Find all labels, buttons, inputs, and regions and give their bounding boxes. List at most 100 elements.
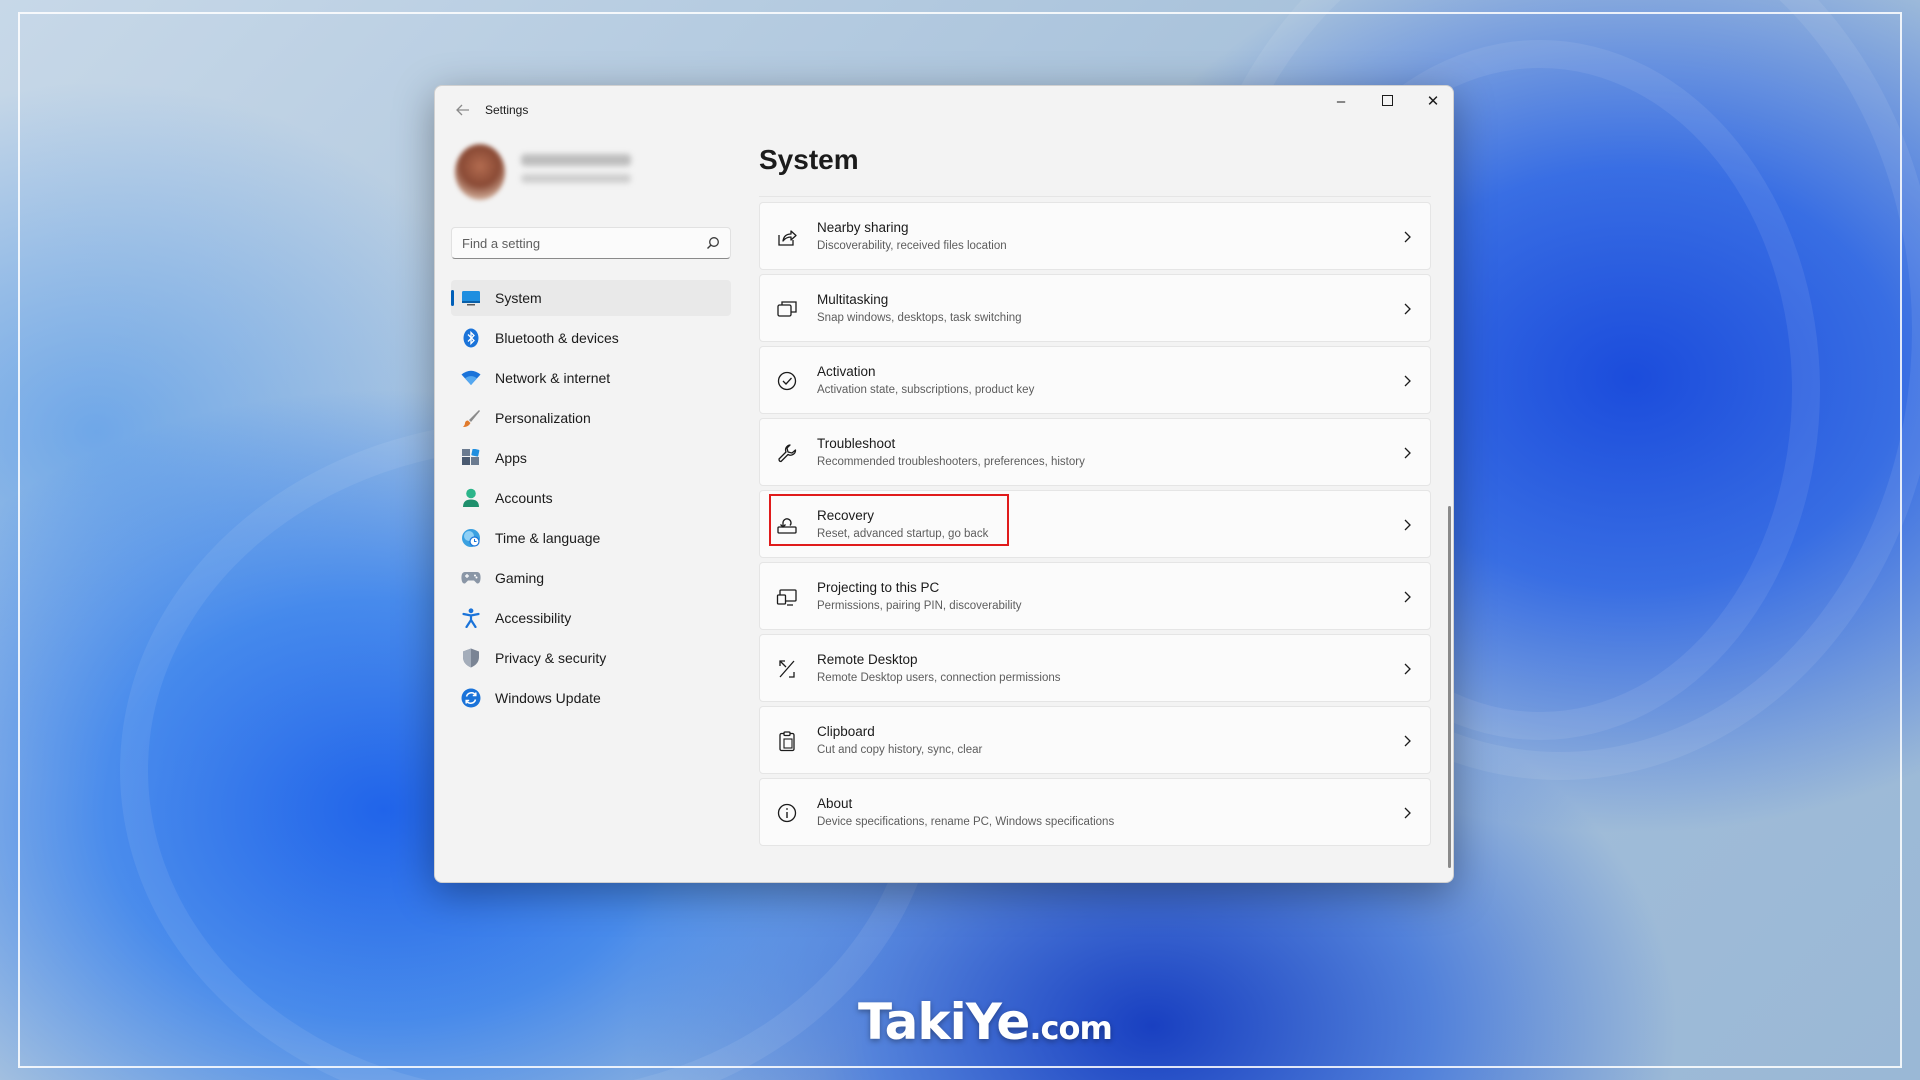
card-title: Activation [817, 364, 876, 379]
sidebar-item-label: Gaming [495, 570, 545, 586]
sidebar-item-label: Personalization [495, 410, 591, 426]
sidebar-nav: System Bluetooth & devices Network & int… [451, 280, 731, 720]
watermark: TakiYe.com [858, 993, 1113, 1051]
user-profile[interactable] [451, 140, 711, 204]
card-description: Permissions, pairing PIN, discoverabilit… [817, 600, 1022, 612]
sidebar-item-apps[interactable]: Apps [451, 440, 731, 476]
card-description: Remote Desktop users, connection permiss… [817, 672, 1061, 684]
card-description: Reset, advanced startup, go back [817, 528, 989, 540]
chevron-right-icon [1404, 591, 1411, 603]
remote-desktop-icon [779, 660, 795, 678]
profile-email-blurred [521, 174, 631, 183]
card-description: Recommended troubleshooters, preferences… [817, 456, 1085, 468]
globe-clock-icon [461, 528, 481, 548]
about-card[interactable]: About Device specifications, rename PC, … [759, 778, 1431, 846]
remote-desktop-card[interactable]: Remote Desktop Remote Desktop users, con… [759, 634, 1431, 702]
card-title: Clipboard [817, 724, 875, 739]
card-title: Troubleshoot [817, 436, 896, 451]
sidebar-item-privacy[interactable]: Privacy & security [451, 640, 731, 676]
card-description: Cut and copy history, sync, clear [817, 744, 983, 756]
brush-icon [461, 408, 481, 428]
profile-name-blurred [521, 154, 631, 166]
title-bar: Settings – ✕ [435, 86, 1453, 134]
card-description: Device specifications, rename PC, Window… [817, 816, 1115, 828]
maximize-button[interactable] [1364, 86, 1410, 118]
sidebar-item-personalization[interactable]: Personalization [451, 400, 731, 436]
sidebar-item-label: System [495, 290, 542, 306]
sidebar-item-label: Time & language [495, 530, 601, 546]
sidebar-item-time-language[interactable]: Time & language [451, 520, 731, 556]
sidebar-item-label: Network & internet [495, 370, 611, 386]
watermark-suffix: .com [1029, 1009, 1112, 1047]
page-title: System [759, 144, 859, 175]
sidebar-item-accounts[interactable]: Accounts [451, 480, 731, 516]
search-box [451, 227, 731, 259]
minimize-button[interactable]: – [1318, 86, 1364, 118]
card-title: Nearby sharing [817, 220, 909, 235]
sidebar-item-gaming[interactable]: Gaming [451, 560, 731, 596]
search-input[interactable] [452, 228, 730, 258]
sidebar-item-accessibility[interactable]: Accessibility [451, 600, 731, 636]
card-title: Recovery [817, 508, 875, 523]
clipboard-icon [779, 731, 795, 752]
system-icon [461, 288, 481, 308]
back-button[interactable] [447, 96, 479, 124]
back-arrow-icon [456, 104, 469, 116]
chevron-right-icon [1404, 447, 1411, 459]
troubleshoot-card[interactable]: Troubleshoot Recommended troubleshooters… [759, 418, 1431, 486]
shield-icon [461, 648, 481, 668]
scrolled-content-edge [759, 196, 1431, 200]
apps-icon [461, 448, 481, 468]
accessibility-icon [461, 608, 481, 628]
avatar [455, 144, 505, 200]
maximize-icon [1381, 95, 1393, 107]
card-title: About [817, 796, 853, 811]
multitasking-card[interactable]: Multitasking Snap windows, desktops, tas… [759, 274, 1431, 342]
clipboard-card[interactable]: Clipboard Cut and copy history, sync, cl… [759, 706, 1431, 774]
sidebar-item-network[interactable]: Network & internet [451, 360, 731, 396]
info-icon [777, 803, 797, 823]
wrench-icon [778, 444, 797, 463]
window-title: Settings [485, 103, 529, 117]
nearby-sharing-card[interactable]: Nearby sharing Discoverability, received… [759, 202, 1431, 270]
search-icon[interactable] [706, 236, 720, 250]
projecting-card[interactable]: Projecting to this PC Permissions, pairi… [759, 562, 1431, 630]
wifi-icon [461, 368, 481, 388]
share-icon [778, 230, 797, 246]
chevron-right-icon [1404, 231, 1411, 243]
chevron-right-icon [1404, 375, 1411, 387]
sidebar-item-label: Apps [495, 450, 527, 466]
activation-card[interactable]: Activation Activation state, subscriptio… [759, 346, 1431, 414]
person-icon [461, 488, 481, 508]
card-title: Projecting to this PC [817, 580, 940, 595]
controller-icon [461, 568, 481, 588]
close-button[interactable]: ✕ [1410, 86, 1453, 118]
sidebar-item-system[interactable]: System [451, 280, 731, 316]
sidebar-item-label: Accessibility [495, 610, 572, 626]
check-circle-icon [777, 371, 797, 391]
sidebar-item-bluetooth[interactable]: Bluetooth & devices [451, 320, 731, 356]
recovery-card[interactable]: Recovery Reset, advanced startup, go bac… [759, 490, 1431, 558]
sidebar-item-label: Windows Update [495, 690, 601, 706]
chevron-right-icon [1404, 663, 1411, 675]
card-title: Remote Desktop [817, 652, 918, 667]
chevron-right-icon [1404, 807, 1411, 819]
chevron-right-icon [1404, 303, 1411, 315]
settings-list: Nearby sharing Discoverability, received… [759, 196, 1431, 882]
watermark-brand: TakiYe [858, 993, 1030, 1051]
scrollbar[interactable] [1448, 506, 1451, 868]
bluetooth-icon [461, 328, 481, 348]
projecting-icon [776, 589, 797, 606]
multitasking-icon [777, 301, 797, 317]
card-description: Snap windows, desktops, task switching [817, 312, 1022, 324]
sidebar-item-label: Privacy & security [495, 650, 607, 666]
update-icon [461, 688, 481, 708]
sidebar-item-windows-update[interactable]: Windows Update [451, 680, 731, 716]
card-title: Multitasking [817, 292, 889, 307]
chevron-right-icon [1404, 735, 1411, 747]
watermark-suffix-text: com [1040, 1009, 1112, 1047]
sidebar-item-label: Accounts [495, 490, 553, 506]
chevron-right-icon [1404, 519, 1411, 531]
recovery-icon [777, 518, 797, 534]
card-description: Discoverability, received files location [817, 240, 1007, 252]
